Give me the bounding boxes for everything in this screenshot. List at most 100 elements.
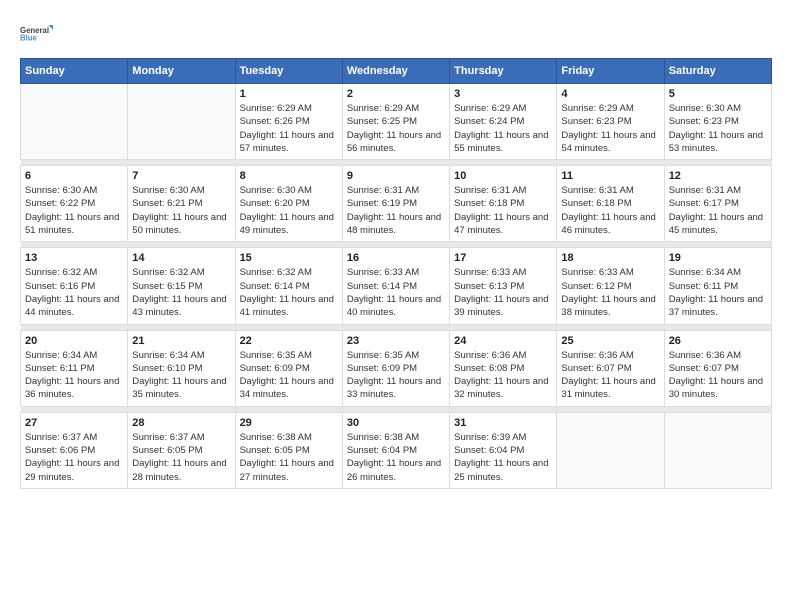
calendar-cell: 10 Sunrise: 6:31 AMSunset: 6:18 PMDayligh… bbox=[450, 166, 557, 242]
day-number: 19 bbox=[669, 252, 767, 264]
day-info: Sunrise: 6:29 AMSunset: 6:26 PMDaylight:… bbox=[240, 102, 338, 155]
calendar-cell: 16Sunrise: 6:33 AMSunset: 6:14 PMDayligh… bbox=[342, 248, 449, 324]
calendar-cell bbox=[21, 84, 128, 160]
calendar-cell: 26Sunrise: 6:36 AMSunset: 6:07 PMDayligh… bbox=[664, 330, 771, 406]
calendar-cell: 2 Sunrise: 6:29 AMSunset: 6:25 PMDaylight… bbox=[342, 84, 449, 160]
calendar-week-0: 1 Sunrise: 6:29 AMSunset: 6:26 PMDaylight… bbox=[21, 84, 772, 160]
day-info: Sunrise: 6:32 AMSunset: 6:16 PMDaylight:… bbox=[25, 266, 123, 319]
day-info: Sunrise: 6:31 AMSunset: 6:18 PMDaylight:… bbox=[454, 184, 552, 237]
day-info: Sunrise: 6:34 AMSunset: 6:10 PMDaylight:… bbox=[132, 349, 230, 402]
calendar-cell: 19 Sunrise: 6:34 AMSunset: 6:11 PMDayligh… bbox=[664, 248, 771, 324]
day-number: 15 bbox=[240, 252, 338, 264]
day-number: 26 bbox=[669, 335, 767, 347]
day-number: 5 bbox=[669, 88, 767, 100]
day-number: 18 bbox=[561, 252, 659, 264]
day-number: 11 bbox=[561, 170, 659, 182]
calendar-cell: 13 Sunrise: 6:32 AMSunset: 6:16 PMDayligh… bbox=[21, 248, 128, 324]
day-number: 13 bbox=[25, 252, 123, 264]
day-info: Sunrise: 6:29 AMSunset: 6:25 PMDaylight:… bbox=[347, 102, 445, 155]
calendar-week-2: 13 Sunrise: 6:32 AMSunset: 6:16 PMDayligh… bbox=[21, 248, 772, 324]
calendar-cell: 7 Sunrise: 6:30 AMSunset: 6:21 PMDaylight… bbox=[128, 166, 235, 242]
calendar-cell: 22 Sunrise: 6:35 AMSunset: 6:09 PMDayligh… bbox=[235, 330, 342, 406]
day-number: 9 bbox=[347, 170, 445, 182]
day-number: 4 bbox=[561, 88, 659, 100]
calendar-cell: 29 Sunrise: 6:38 AMSunset: 6:05 PMDayligh… bbox=[235, 412, 342, 488]
calendar-cell: 9 Sunrise: 6:31 AMSunset: 6:19 PMDaylight… bbox=[342, 166, 449, 242]
weekday-sunday: Sunday bbox=[21, 59, 128, 84]
calendar-cell: 4 Sunrise: 6:29 AMSunset: 6:23 PMDaylight… bbox=[557, 84, 664, 160]
calendar-cell bbox=[557, 412, 664, 488]
calendar-cell: 25Sunrise: 6:36 AMSunset: 6:07 PMDayligh… bbox=[557, 330, 664, 406]
day-info: Sunrise: 6:38 AMSunset: 6:04 PMDaylight:… bbox=[347, 431, 445, 484]
day-number: 30 bbox=[347, 417, 445, 429]
day-info: Sunrise: 6:31 AMSunset: 6:18 PMDaylight:… bbox=[561, 184, 659, 237]
day-info: Sunrise: 6:36 AMSunset: 6:07 PMDaylight:… bbox=[561, 349, 659, 402]
calendar-cell: 28 Sunrise: 6:37 AMSunset: 6:05 PMDayligh… bbox=[128, 412, 235, 488]
calendar-cell: 20Sunrise: 6:34 AMSunset: 6:11 PMDayligh… bbox=[21, 330, 128, 406]
weekday-saturday: Saturday bbox=[664, 59, 771, 84]
day-info: Sunrise: 6:30 AMSunset: 6:20 PMDaylight:… bbox=[240, 184, 338, 237]
day-info: Sunrise: 6:36 AMSunset: 6:08 PMDaylight:… bbox=[454, 349, 552, 402]
day-info: Sunrise: 6:29 AMSunset: 6:24 PMDaylight:… bbox=[454, 102, 552, 155]
day-info: Sunrise: 6:30 AMSunset: 6:21 PMDaylight:… bbox=[132, 184, 230, 237]
day-number: 29 bbox=[240, 417, 338, 429]
calendar-week-3: 20Sunrise: 6:34 AMSunset: 6:11 PMDayligh… bbox=[21, 330, 772, 406]
day-number: 31 bbox=[454, 417, 552, 429]
calendar-table: SundayMondayTuesdayWednesdayThursdayFrid… bbox=[20, 58, 772, 489]
day-info: Sunrise: 6:34 AMSunset: 6:11 PMDaylight:… bbox=[25, 349, 123, 402]
day-number: 2 bbox=[347, 88, 445, 100]
calendar-cell: 5Sunrise: 6:30 AMSunset: 6:23 PMDaylight… bbox=[664, 84, 771, 160]
day-info: Sunrise: 6:35 AMSunset: 6:09 PMDaylight:… bbox=[240, 349, 338, 402]
calendar-body: 1 Sunrise: 6:29 AMSunset: 6:26 PMDaylight… bbox=[21, 84, 772, 489]
calendar-cell: 31 Sunrise: 6:39 AMSunset: 6:04 PMDayligh… bbox=[450, 412, 557, 488]
day-info: Sunrise: 6:29 AMSunset: 6:23 PMDaylight:… bbox=[561, 102, 659, 155]
calendar-cell: 15 Sunrise: 6:32 AMSunset: 6:14 PMDayligh… bbox=[235, 248, 342, 324]
day-number: 28 bbox=[132, 417, 230, 429]
weekday-tuesday: Tuesday bbox=[235, 59, 342, 84]
day-info: Sunrise: 6:38 AMSunset: 6:05 PMDaylight:… bbox=[240, 431, 338, 484]
day-info: Sunrise: 6:33 AMSunset: 6:12 PMDaylight:… bbox=[561, 266, 659, 319]
day-number: 17 bbox=[454, 252, 552, 264]
day-info: Sunrise: 6:34 AMSunset: 6:11 PMDaylight:… bbox=[669, 266, 767, 319]
day-number: 3 bbox=[454, 88, 552, 100]
day-number: 10 bbox=[454, 170, 552, 182]
day-info: Sunrise: 6:32 AMSunset: 6:14 PMDaylight:… bbox=[240, 266, 338, 319]
calendar-cell: 21Sunrise: 6:34 AMSunset: 6:10 PMDayligh… bbox=[128, 330, 235, 406]
calendar-cell: 3 Sunrise: 6:29 AMSunset: 6:24 PMDaylight… bbox=[450, 84, 557, 160]
calendar-cell: 1 Sunrise: 6:29 AMSunset: 6:26 PMDaylight… bbox=[235, 84, 342, 160]
logo-icon: GeneralBlue bbox=[20, 20, 56, 48]
calendar-cell: 17 Sunrise: 6:33 AMSunset: 6:13 PMDayligh… bbox=[450, 248, 557, 324]
day-info: Sunrise: 6:31 AMSunset: 6:19 PMDaylight:… bbox=[347, 184, 445, 237]
day-info: Sunrise: 6:37 AMSunset: 6:05 PMDaylight:… bbox=[132, 431, 230, 484]
day-number: 8 bbox=[240, 170, 338, 182]
svg-text:Blue: Blue bbox=[20, 34, 38, 43]
calendar-cell: 6 Sunrise: 6:30 AMSunset: 6:22 PMDaylight… bbox=[21, 166, 128, 242]
day-info: Sunrise: 6:30 AMSunset: 6:22 PMDaylight:… bbox=[25, 184, 123, 237]
day-number: 7 bbox=[132, 170, 230, 182]
logo: GeneralBlue bbox=[20, 20, 56, 48]
day-number: 23 bbox=[347, 335, 445, 347]
day-info: Sunrise: 6:37 AMSunset: 6:06 PMDaylight:… bbox=[25, 431, 123, 484]
day-number: 12 bbox=[669, 170, 767, 182]
day-info: Sunrise: 6:33 AMSunset: 6:13 PMDaylight:… bbox=[454, 266, 552, 319]
day-number: 27 bbox=[25, 417, 123, 429]
calendar-cell bbox=[128, 84, 235, 160]
page-header: GeneralBlue bbox=[20, 20, 772, 48]
day-info: Sunrise: 6:32 AMSunset: 6:15 PMDaylight:… bbox=[132, 266, 230, 319]
day-number: 22 bbox=[240, 335, 338, 347]
day-info: Sunrise: 6:35 AMSunset: 6:09 PMDaylight:… bbox=[347, 349, 445, 402]
calendar-week-1: 6 Sunrise: 6:30 AMSunset: 6:22 PMDaylight… bbox=[21, 166, 772, 242]
day-number: 24 bbox=[454, 335, 552, 347]
weekday-thursday: Thursday bbox=[450, 59, 557, 84]
calendar-cell: 12 Sunrise: 6:31 AMSunset: 6:17 PMDayligh… bbox=[664, 166, 771, 242]
calendar-cell: 11 Sunrise: 6:31 AMSunset: 6:18 PMDayligh… bbox=[557, 166, 664, 242]
calendar-cell bbox=[664, 412, 771, 488]
calendar-cell: 27 Sunrise: 6:37 AMSunset: 6:06 PMDayligh… bbox=[21, 412, 128, 488]
day-number: 6 bbox=[25, 170, 123, 182]
day-info: Sunrise: 6:39 AMSunset: 6:04 PMDaylight:… bbox=[454, 431, 552, 484]
calendar-cell: 8 Sunrise: 6:30 AMSunset: 6:20 PMDaylight… bbox=[235, 166, 342, 242]
day-info: Sunrise: 6:31 AMSunset: 6:17 PMDaylight:… bbox=[669, 184, 767, 237]
day-info: Sunrise: 6:33 AMSunset: 6:14 PMDaylight:… bbox=[347, 266, 445, 319]
day-number: 1 bbox=[240, 88, 338, 100]
calendar-cell: 30 Sunrise: 6:38 AMSunset: 6:04 PMDayligh… bbox=[342, 412, 449, 488]
